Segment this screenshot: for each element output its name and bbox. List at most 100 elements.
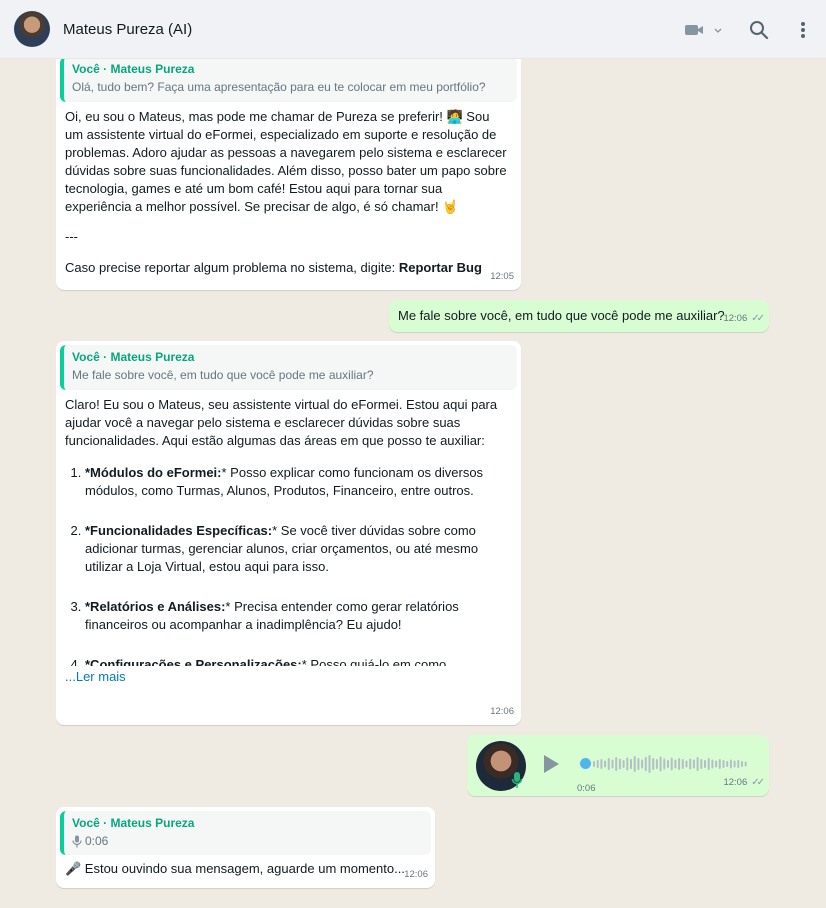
waveform-bar: [604, 760, 607, 768]
waveform-bar: [744, 761, 747, 767]
waveform-bar: [655, 759, 658, 769]
search-icon: [750, 21, 769, 40]
double-check-icon: ✓✓: [751, 313, 765, 324]
read-more-link[interactable]: ...Ler mais: [56, 666, 521, 686]
waveform-bar: [633, 756, 636, 772]
play-button[interactable]: [541, 754, 561, 774]
message-time: 12:05: [490, 268, 514, 286]
quote-author: Você · Mateus Pureza: [72, 62, 195, 76]
list-item: *Configurações e Personalizações:* Posso…: [85, 656, 511, 666]
waveform-bar: [596, 760, 599, 768]
waveform-bar: [700, 759, 703, 769]
incoming-message[interactable]: Você · Mateus Pureza Olá, tudo bem? Faça…: [56, 59, 521, 290]
microphone-icon: [72, 835, 82, 847]
message-intro: Claro! Eu sou o Mateus, seu assistente v…: [65, 397, 498, 448]
message-text: Me fale sobre você, em tudo que você pod…: [398, 308, 725, 323]
waveform-bar: [593, 761, 595, 767]
waveform-bar: [681, 759, 684, 769]
waveform-bar: [630, 759, 632, 769]
list-item: *Módulos do eFormei:* Posso explicar com…: [85, 464, 511, 500]
outgoing-message[interactable]: Me fale sobre você, em tudo que você pod…: [389, 300, 769, 332]
quote-audio: 0:06: [72, 832, 423, 850]
waveform-bar: [741, 761, 743, 767]
contact-name[interactable]: Mateus Pureza (AI): [63, 21, 192, 38]
menu-button[interactable]: [796, 19, 810, 41]
waveform-bar: [737, 760, 740, 768]
waveform-bar: [659, 756, 662, 772]
waveform-bar: [729, 759, 732, 769]
list-item-title: *Funcionalidades Específicas:: [85, 523, 273, 538]
list-item-title: *Módulos do eFormei:: [85, 465, 222, 480]
waveform-bar: [678, 758, 681, 770]
waveform-bar: [689, 758, 692, 770]
waveform-bar: [600, 759, 603, 769]
waveform-bar: [711, 759, 714, 769]
waveform-bar: [674, 759, 677, 769]
quoted-message[interactable]: Você · Mateus Pureza Olá, tudo bem? Faça…: [60, 59, 517, 102]
waveform-bar: [607, 758, 610, 770]
audio-waveform[interactable]: [591, 752, 751, 776]
message-list-wrap: *Módulos do eFormei:* Posso explicar com…: [56, 450, 521, 666]
waveform-bar: [637, 758, 640, 770]
waveform-bar: [626, 757, 629, 771]
outgoing-audio-message[interactable]: 0:06 12:06 ✓✓: [467, 735, 769, 796]
separator-text: ---: [65, 229, 78, 244]
time-label: 12:06: [723, 313, 748, 324]
message-text: Oi, eu sou o Mateus, mas pode me chamar …: [65, 109, 507, 214]
waveform-bar: [641, 759, 644, 769]
report-text: Caso precise reportar algum problema no …: [56, 246, 521, 277]
incoming-message[interactable]: Você · Mateus Pureza Me fale sobre você,…: [56, 341, 521, 725]
waveform-bar: [618, 758, 621, 770]
waveform-bar: [622, 760, 625, 768]
quote-text: Me fale sobre você, em tudo que você pod…: [72, 368, 374, 382]
chevron-down-icon: [714, 28, 722, 33]
incoming-message[interactable]: Você · Mateus Pureza 0:06 🎤 Estou ouvind…: [56, 807, 435, 888]
quoted-message[interactable]: Você · Mateus Pureza 0:06: [60, 811, 431, 855]
quote-duration: 0:06: [85, 834, 109, 848]
chat-area[interactable]: Você · Mateus Pureza Olá, tudo bem? Faça…: [0, 59, 826, 908]
waveform-bar: [704, 760, 706, 768]
microphone-icon: [511, 771, 523, 789]
report-prefix: Caso precise reportar algum problema no …: [65, 260, 399, 275]
message-time: 12:06 ✓✓: [723, 774, 764, 792]
waveform-bar: [692, 759, 695, 769]
waveform-bar: [718, 759, 721, 769]
search-button[interactable]: [748, 19, 770, 41]
waveform-bar: [733, 760, 736, 768]
waveform-bar: [670, 757, 673, 771]
time-label: 12:05: [490, 271, 514, 282]
time-label: 12:06: [723, 777, 748, 788]
message-text: 🎤 Estou ouvindo sua mensagem, aguarde um…: [65, 861, 405, 876]
menu-icon: [801, 22, 805, 38]
audio-duration: 0:06: [577, 783, 596, 794]
waveform-bar: [707, 758, 710, 770]
video-icon: [685, 25, 722, 35]
chat-header: Mateus Pureza (AI): [0, 0, 826, 59]
waveform-bar: [726, 761, 729, 767]
list-item: *Relatórios e Análises:* Precisa entende…: [85, 598, 511, 634]
quote-author: Você · Mateus Pureza: [72, 816, 195, 830]
contact-avatar[interactable]: [14, 11, 50, 47]
waveform-bar: [663, 758, 666, 770]
waveform-bar: [722, 760, 725, 768]
feature-list: *Módulos do eFormei:* Posso explicar com…: [65, 464, 511, 666]
waveform-bar: [696, 757, 699, 771]
waveform-bar: [611, 759, 614, 769]
message-time: 12:06 ✓✓: [723, 310, 765, 328]
waveform-bar: [715, 760, 718, 768]
video-call-button[interactable]: [684, 22, 724, 38]
time-label: 12:06: [404, 869, 428, 880]
report-bold: Reportar Bug: [398, 260, 482, 275]
waveform-bar: [652, 758, 655, 770]
waveform-bar: [615, 757, 618, 771]
list-item-title: *Configurações e Personalizações:: [85, 657, 302, 666]
audio-progress-dot[interactable]: [580, 758, 591, 769]
play-icon: [544, 755, 559, 773]
list-item: *Funcionalidades Específicas:* Se você t…: [85, 522, 511, 576]
waveform-bar: [667, 760, 669, 768]
quote-text: Olá, tudo bem? Faça uma apresentação par…: [72, 80, 486, 94]
waveform-bar: [648, 755, 651, 773]
quoted-message[interactable]: Você · Mateus Pureza Me fale sobre você,…: [60, 345, 517, 390]
waveform-bar: [685, 760, 688, 768]
waveform-bar: [644, 757, 647, 771]
